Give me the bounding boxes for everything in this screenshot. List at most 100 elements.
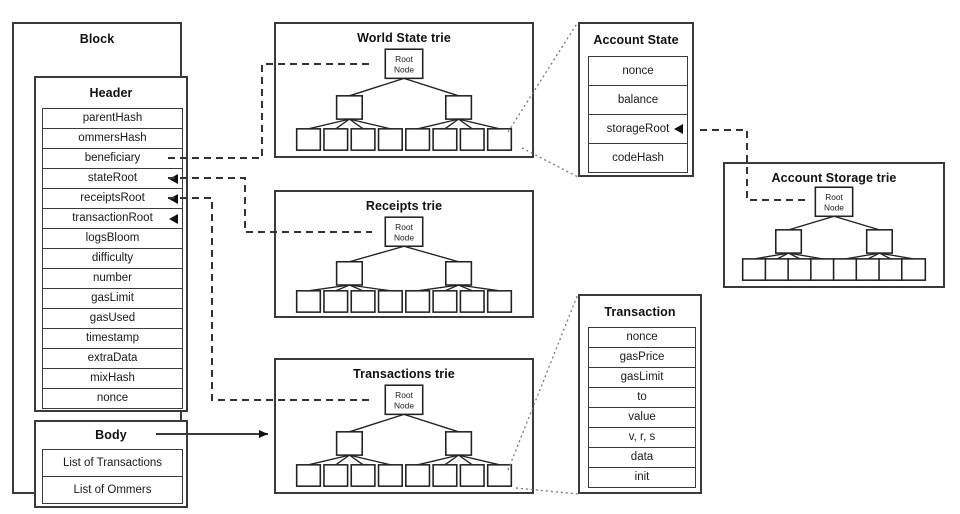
- block-body-container: Body List of Transactions List of Ommers: [34, 420, 188, 508]
- header-field-label: beneficiary: [84, 152, 141, 164]
- trie-leaf-node-5: [432, 464, 458, 487]
- trie-leaf-node-1: [323, 128, 349, 151]
- trie-leaf-node-3: [377, 464, 403, 487]
- trie-root-label-line1: Root: [395, 222, 413, 232]
- body-field-label: List of Transactions: [62, 457, 163, 469]
- trie-mid-node-1: [444, 95, 473, 120]
- transaction-field-label: to: [637, 391, 647, 403]
- header-field-stateroot: stateRoot: [43, 169, 182, 189]
- transaction-field-init: init: [589, 468, 695, 488]
- transaction-field-label: value: [628, 411, 656, 423]
- trie-edge-root-mid-0: [788, 215, 835, 231]
- header-field-label: timestamp: [85, 332, 140, 344]
- trie-leaf-node-3: [810, 258, 836, 281]
- header-field-parenthash: parentHash: [43, 109, 182, 129]
- body-field-list-of-ommers: List of Ommers: [43, 477, 182, 504]
- account-state-field-label: codeHash: [612, 152, 664, 164]
- inbound-arrow-icon: [674, 124, 683, 134]
- block-body-title: Body: [95, 428, 127, 442]
- transactions-trie-graph: RootNode: [295, 384, 513, 487]
- account-storage-trie-panel: Account Storage trie Root Node: [723, 162, 945, 288]
- transaction-field-value: value: [589, 408, 695, 428]
- trie-mid-node-1: [865, 229, 894, 254]
- trie-root-label-line2: Node: [394, 233, 414, 243]
- trie-leaf-node-6: [459, 290, 485, 313]
- receipts-trie-graph: RootNode: [295, 216, 513, 313]
- transaction-field-label: gasPrice: [619, 351, 665, 363]
- trie-edge-root-mid-1: [833, 215, 880, 231]
- header-field-list: parentHash ommersHash beneficiary stateRoot…: [42, 108, 183, 409]
- header-field-label: receiptsRoot: [80, 192, 145, 204]
- body-field-list: List of Transactions List of Ommers: [42, 449, 183, 504]
- transaction-field-label: v, r, s: [628, 431, 656, 443]
- trie-root-label-line1: Root: [395, 54, 413, 64]
- transaction-field-list: nonce gasPrice gasLimit to value v, r, s data i…: [588, 327, 696, 488]
- account-state-field-label: nonce: [622, 65, 654, 77]
- header-field-label: nonce: [96, 392, 129, 404]
- inbound-arrow-icon: [169, 173, 178, 184]
- trie-edge-root-mid-1: [403, 77, 459, 97]
- block-header-title: Header: [89, 86, 133, 100]
- account-state-field-label: storageRoot: [606, 123, 670, 135]
- header-field-nonce: nonce: [43, 389, 182, 409]
- trie-mid-node-0: [774, 229, 803, 254]
- transaction-field-data: data: [589, 448, 695, 468]
- trie-leaf-node-6: [459, 464, 485, 487]
- header-field-label: parentHash: [82, 112, 143, 124]
- body-field-label: List of Ommers: [73, 484, 152, 496]
- world-state-trie-graph: RootNode: [295, 48, 513, 151]
- trie-leaf-node-1: [764, 258, 790, 281]
- header-field-ommershash: ommersHash: [43, 129, 182, 149]
- trie-leaf-node-7: [486, 290, 513, 313]
- trie-leaf-node-4: [405, 464, 431, 487]
- trie-leaf-node-6: [459, 128, 485, 151]
- trie-leaf-node-4: [405, 290, 431, 313]
- account-state-field-storageroot: storageRoot: [589, 115, 687, 144]
- trie-leaf-node-7: [486, 128, 513, 151]
- transaction-field-label: nonce: [626, 331, 658, 343]
- transaction-container: Transaction nonce gasPrice gasLimit to value…: [578, 294, 702, 494]
- header-field-label: mixHash: [90, 372, 135, 384]
- header-field-transactionroot: transactionRoot: [43, 209, 182, 229]
- header-field-beneficiary: beneficiary: [43, 149, 182, 169]
- header-field-label: gasLimit: [91, 292, 134, 304]
- trie-leaf-node-7: [486, 464, 513, 487]
- header-field-mixhash: mixHash: [43, 369, 182, 389]
- transactions-trie-panel: Transactions trie Root Node: [274, 358, 534, 494]
- header-field-label: extraData: [87, 352, 138, 364]
- trie-edge-root-mid-0: [349, 77, 405, 97]
- trie-leaf-node-5: [432, 128, 458, 151]
- trie-mid-node-0: [335, 95, 364, 120]
- trie-leaf-node-2: [350, 464, 376, 487]
- header-field-difficulty: difficulty: [43, 249, 182, 269]
- trie-leaf-node-7: [900, 258, 927, 281]
- trie-mid-node-1: [444, 260, 473, 286]
- header-field-extradata: extraData: [43, 349, 182, 369]
- transaction-field-to: to: [589, 388, 695, 408]
- account-state-field-label: balance: [617, 94, 659, 106]
- trie-mid-node-1: [444, 431, 473, 456]
- header-field-label: transactionRoot: [72, 212, 153, 224]
- header-field-label: difficulty: [91, 252, 134, 264]
- trie-leaf-node-2: [787, 258, 813, 281]
- trie-leaf-node-3: [377, 290, 403, 313]
- diagram-canvas: Block Header parentHash ommersHash benefic…: [0, 0, 960, 514]
- account-state-container: Account State nonce balance storageRoot cod…: [578, 22, 694, 177]
- trie-edge-root-mid-1: [403, 245, 459, 263]
- header-field-gasused: gasUsed: [43, 309, 182, 329]
- trie-root-label-line2: Node: [394, 65, 414, 75]
- trie-root-label-line2: Node: [824, 204, 844, 213]
- trie-leaf-node-1: [323, 290, 349, 313]
- trie-leaf-node-2: [350, 290, 376, 313]
- trie-leaf-node-1: [323, 464, 349, 487]
- trie-leaf-node-0: [295, 128, 322, 151]
- transaction-field-label: data: [630, 451, 654, 463]
- trie-leaf-node-3: [377, 128, 403, 151]
- header-field-logsbloom: logsBloom: [43, 229, 182, 249]
- trie-mid-node-0: [335, 431, 364, 456]
- trie-leaf-node-4: [405, 128, 431, 151]
- transaction-field-label: gasLimit: [620, 371, 664, 383]
- transaction-field-nonce: nonce: [589, 328, 695, 348]
- trie-root-label-line1: Root: [825, 193, 843, 202]
- transaction-field-gasprice: gasPrice: [589, 348, 695, 368]
